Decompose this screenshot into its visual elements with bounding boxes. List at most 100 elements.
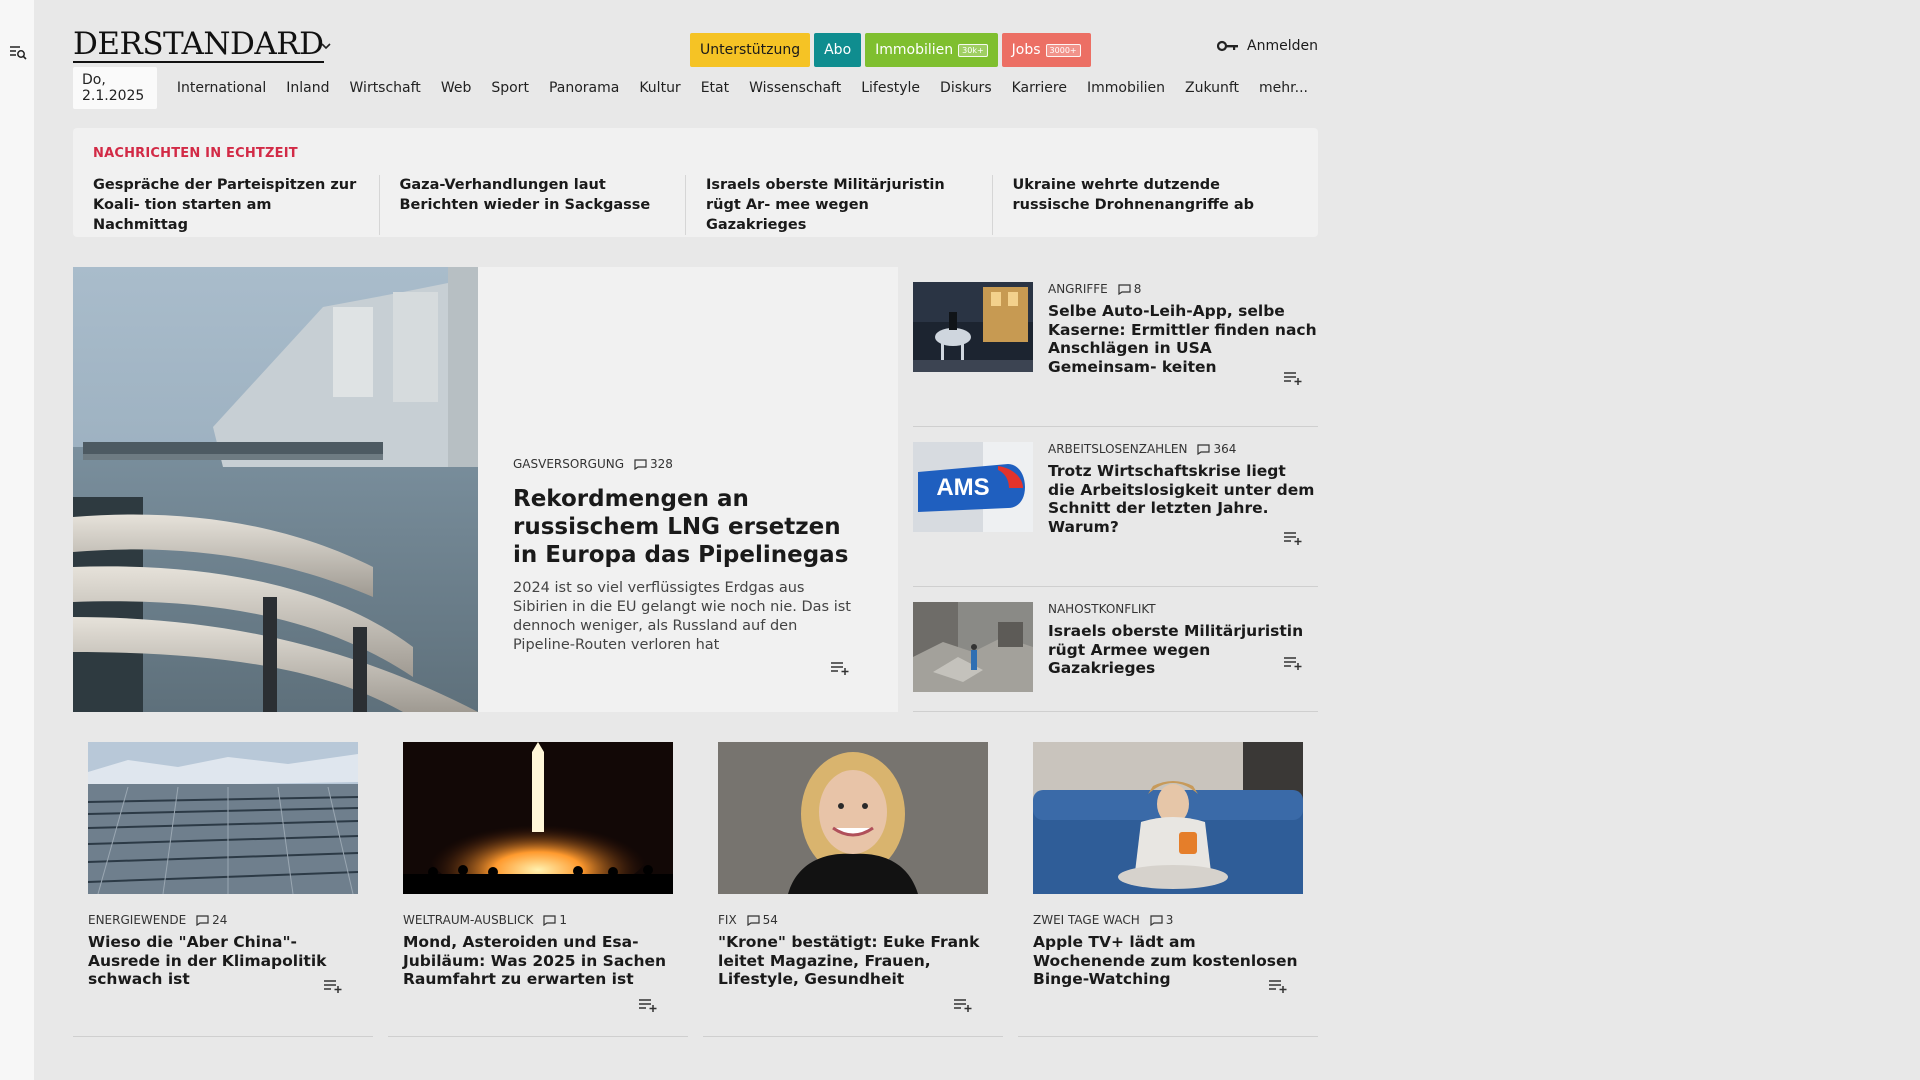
add-to-list-icon[interactable] [953, 997, 973, 1013]
rubble-image [913, 602, 1033, 692]
nav-item-web[interactable]: Web [431, 80, 482, 96]
kicker-label: FIX [718, 913, 737, 927]
nav-item-lifestyle[interactable]: Lifestyle [851, 80, 930, 96]
nav-item-inland[interactable]: Inland [276, 80, 339, 96]
live-ticker: NACHRICHTEN IN ECHTZEIT Gespräche der Pa… [73, 128, 1318, 237]
nav-item-etat[interactable]: Etat [691, 80, 739, 96]
nav-item-wissenschaft[interactable]: Wissenschaft [739, 80, 851, 96]
lng-terminal-image [73, 267, 478, 712]
nav-item-karriere[interactable]: Karriere [1002, 80, 1077, 96]
kicker-label: ZWEI TAGE WACH [1033, 913, 1140, 927]
comment-count[interactable]: 1 [543, 913, 567, 927]
rocket-launch-image [403, 742, 673, 897]
nav-item-sport[interactable]: Sport [481, 80, 539, 96]
article-kicker: GASVERSORGUNG 328 [513, 457, 863, 471]
pill-immobilien[interactable]: Immobilien 30k+ [865, 33, 998, 67]
comment-icon [1118, 283, 1131, 295]
side-articles: ANGRIFFE 8 Selbe Auto-Leih-App, selbe Ka… [913, 267, 1318, 712]
article-card-title[interactable]: Mond, Asteroiden und Esa-Jubiläum: Was 2… [403, 933, 673, 989]
article-card[interactable]: ENERGIEWENDE 24 Wieso die "Aber China"-A… [73, 742, 373, 1037]
ticker-item[interactable]: Ukraine wehrte dutzende russische Drohne… [991, 175, 1299, 235]
comment-count[interactable]: 54 [747, 913, 778, 927]
comment-count-value: 54 [762, 913, 778, 927]
page: DERSTANDARD Unterstützung Abo Immobilien… [73, 0, 1318, 1037]
article-grid: ENERGIEWENDE 24 Wieso die "Aber China"-A… [73, 742, 1318, 1037]
svg-text:AMS: AMS [936, 474, 989, 501]
ticker-list: Gespräche der Parteispitzen zur Koali- t… [93, 175, 1298, 235]
comment-count[interactable]: 24 [196, 913, 227, 927]
portrait-image [718, 742, 988, 894]
side-article[interactable]: AMS ARBEITSLOSENZAHLEN 364 Trotz Wirtsch… [913, 427, 1318, 587]
pill-jobs[interactable]: Jobs 3000+ [1001, 33, 1091, 67]
comment-count-value: 24 [212, 913, 228, 927]
nav-item-zukunft[interactable]: Zukunft [1175, 80, 1249, 96]
article-card[interactable]: FIX 54 "Krone" bestätigt: Euke Frank lei… [703, 742, 1003, 1037]
add-to-list-icon[interactable] [1268, 978, 1288, 994]
add-to-list-icon[interactable] [830, 660, 850, 676]
key-icon [1217, 40, 1239, 52]
side-article-title[interactable]: Israels oberste Militärjuristin rügt Arm… [1048, 622, 1318, 678]
side-article-title[interactable]: Trotz Wirtschaftskrise liegt die Arbeits… [1048, 462, 1318, 536]
comment-icon [747, 914, 760, 926]
article-kicker: ENERGIEWENDE 24 [88, 913, 358, 927]
count-badge: 3000+ [1045, 43, 1081, 57]
article-card-title[interactable]: Wieso die "Aber China"-Ausrede in der Kl… [88, 933, 358, 989]
add-to-list-icon[interactable] [1283, 655, 1303, 671]
kicker-label: WELTRAUM-AUSBLICK [403, 913, 534, 927]
side-article-title[interactable]: Selbe Auto-Leih-App, selbe Kaserne: Ermi… [1048, 302, 1318, 376]
article-kicker: FIX 54 [718, 913, 988, 927]
comment-count[interactable]: 3 [1150, 913, 1173, 927]
nav-item-panorama[interactable]: Panorama [539, 80, 629, 96]
article-card-title[interactable]: Apple TV+ lädt am Wochenende zum kostenl… [1033, 933, 1303, 989]
pill-label: Immobilien [875, 42, 954, 58]
side-article-text: ANGRIFFE 8 Selbe Auto-Leih-App, selbe Ka… [1048, 282, 1318, 426]
lead-article-teaser: 2024 ist so viel verflüssigtes Erdgas au… [513, 580, 851, 653]
comment-count[interactable]: 328 [634, 457, 673, 471]
pill-abo[interactable]: Abo [814, 33, 862, 67]
side-article[interactable]: ANGRIFFE 8 Selbe Auto-Leih-App, selbe Ka… [913, 267, 1318, 427]
comment-count[interactable]: 364 [1197, 442, 1236, 456]
nav-item-diskurs[interactable]: Diskurs [930, 80, 1002, 96]
add-to-list-icon[interactable] [1283, 370, 1303, 386]
nav-item-international[interactable]: International [167, 80, 276, 96]
count-badge: 30k+ [958, 43, 988, 57]
lead-article[interactable]: GASVERSORGUNG 328 Rekordmengen an russis… [73, 267, 898, 712]
pill-label: Unterstützung [700, 42, 801, 58]
login-button[interactable]: Anmelden [1217, 38, 1318, 54]
side-article-text: NAHOSTKONFLIKT Israels oberste Militärju… [1048, 602, 1318, 711]
menu-search-icon[interactable] [9, 43, 27, 61]
pill-support[interactable]: Unterstützung [690, 33, 811, 67]
kicker-label: ENERGIEWENDE [88, 913, 187, 927]
article-kicker: ANGRIFFE 8 [1048, 282, 1318, 296]
ticker-item[interactable]: Gaza-Verhandlungen laut Berichten wieder… [378, 175, 686, 235]
nav-item-immobilien[interactable]: Immobilien [1077, 80, 1175, 96]
add-to-list-icon[interactable] [323, 978, 343, 994]
pill-label: Abo [824, 42, 852, 58]
ticker-item[interactable]: Gespräche der Parteispitzen zur Koali- t… [93, 175, 379, 235]
comment-count[interactable]: 8 [1118, 282, 1141, 296]
site-header: DERSTANDARD Unterstützung Abo Immobilien… [73, 0, 1318, 68]
add-to-list-icon[interactable] [638, 997, 658, 1013]
nav-item-kultur[interactable]: Kultur [629, 80, 690, 96]
pill-label: Jobs [1011, 42, 1041, 58]
nav-item-more[interactable]: mehr... [1249, 80, 1318, 96]
police-horse-image [913, 282, 1033, 372]
side-article[interactable]: NAHOSTKONFLIKT Israels oberste Militärju… [913, 587, 1318, 712]
nav-item-wirtschaft[interactable]: Wirtschaft [340, 80, 431, 96]
woman-on-sofa-image [1033, 742, 1303, 894]
kicker-label: ANGRIFFE [1048, 282, 1108, 296]
article-kicker: NAHOSTKONFLIKT [1048, 602, 1318, 616]
comment-icon [634, 458, 647, 470]
ticker-item[interactable]: Israels oberste Militärjuristin rügt Ar-… [685, 175, 992, 235]
article-card[interactable]: WELTRAUM-AUSBLICK 1 Mond, Asteroiden und… [388, 742, 688, 1037]
article-card[interactable]: ZWEI TAGE WACH 3 Apple TV+ lädt am Woche… [1018, 742, 1318, 1037]
article-card-title[interactable]: "Krone" bestätigt: Euke Frank leitet Mag… [718, 933, 988, 989]
add-to-list-icon[interactable] [1283, 530, 1303, 546]
comment-icon [1150, 914, 1163, 926]
chevron-down-icon[interactable] [320, 40, 332, 52]
comment-icon [196, 914, 209, 926]
header-pills: Unterstützung Abo Immobilien 30k+ Jobs 300… [690, 33, 1091, 67]
comment-count-value: 364 [1213, 442, 1237, 456]
site-logo[interactable]: DERSTANDARD [73, 29, 324, 63]
lead-article-title[interactable]: Rekordmengen an russischem LNG ersetzen … [513, 485, 863, 569]
